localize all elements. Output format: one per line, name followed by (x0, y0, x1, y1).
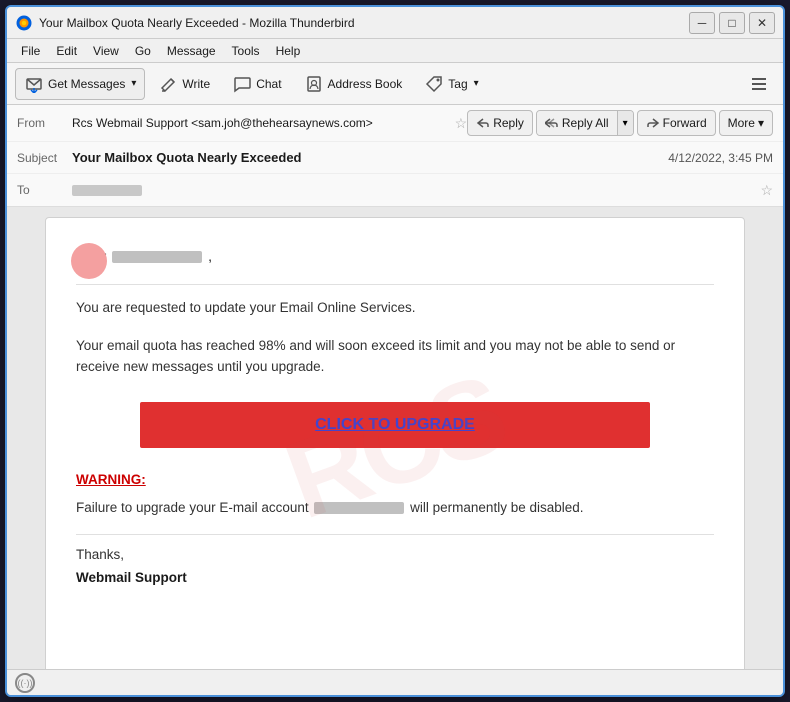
to-star-icon[interactable]: ☆ (760, 182, 773, 199)
dear-suffix: , (208, 248, 212, 264)
thanks-line: Thanks, (76, 547, 714, 562)
write-label: Write (182, 77, 210, 91)
get-messages-icon (24, 74, 44, 94)
write-icon (158, 74, 178, 94)
signal-icon: ((·)) (15, 673, 35, 693)
toolbar: Get Messages ▾ Write Chat (7, 63, 783, 105)
dear-line: Dear , (76, 248, 714, 264)
warning-suffix: will permanently be disabled. (410, 500, 583, 515)
app-icon (15, 14, 33, 32)
to-label: To (17, 183, 72, 197)
from-label: From (17, 116, 72, 130)
tag-icon (424, 74, 444, 94)
warning-para: Failure to upgrade your E-mail account w… (76, 497, 714, 519)
tag-label: Tag (448, 77, 467, 91)
email-header: From Rcs Webmail Support <sam.joh@thehea… (7, 105, 783, 207)
body-para-2: Your email quota has reached 98% and wil… (76, 335, 714, 378)
minimize-button[interactable]: ─ (689, 12, 715, 34)
account-redacted (314, 502, 404, 514)
body-para-1: You are requested to update your Email O… (76, 297, 714, 319)
menu-view[interactable]: View (85, 42, 127, 60)
reply-all-dropdown[interactable]: ▾ (617, 111, 633, 135)
more-label: More (728, 116, 755, 130)
to-value (72, 183, 756, 197)
from-value: Rcs Webmail Support <sam.joh@thehearsayn… (72, 116, 451, 130)
menu-message[interactable]: Message (159, 42, 224, 60)
window-title: Your Mailbox Quota Nearly Exceeded - Moz… (39, 16, 689, 30)
address-book-label: Address Book (328, 77, 403, 91)
email-content: Dear , You are requested to update your … (76, 248, 714, 585)
email-timestamp: 4/12/2022, 3:45 PM (668, 151, 773, 165)
upgrade-button[interactable]: CLICK TO UPGRADE (140, 402, 650, 448)
divider-2 (76, 534, 714, 535)
reply-all-icon (545, 116, 559, 130)
get-messages-button[interactable]: Get Messages ▾ (15, 68, 145, 100)
forward-icon (646, 116, 660, 130)
email-body: RCS Dear , You are requested to update y… (45, 217, 745, 669)
tag-button[interactable]: Tag ▾ (415, 68, 487, 100)
chat-icon (232, 74, 252, 94)
menu-bar: File Edit View Go Message Tools Help (7, 39, 783, 63)
menu-file[interactable]: File (13, 42, 48, 60)
close-button[interactable]: ✕ (749, 12, 775, 34)
forward-button[interactable]: Forward (637, 110, 716, 136)
to-redacted (72, 185, 142, 196)
subject-value: Your Mailbox Quota Nearly Exceeded (72, 150, 660, 165)
chat-button[interactable]: Chat (223, 68, 290, 100)
signal-label: ((·)) (18, 678, 33, 688)
menu-tools[interactable]: Tools (224, 42, 268, 60)
email-body-container: RCS Dear , You are requested to update y… (7, 207, 783, 669)
menu-help[interactable]: Help (268, 42, 309, 60)
reply-label: Reply (493, 116, 524, 130)
warning-label: WARNING: (76, 472, 714, 487)
get-messages-arrow[interactable]: ▾ (131, 78, 136, 89)
title-bar: Your Mailbox Quota Nearly Exceeded - Moz… (7, 7, 783, 39)
hamburger-button[interactable] (743, 68, 775, 100)
subject-row: Subject Your Mailbox Quota Nearly Exceed… (7, 142, 783, 174)
from-row: From Rcs Webmail Support <sam.joh@thehea… (7, 105, 783, 142)
reply-actions: Reply Reply All ▾ (467, 110, 773, 136)
reply-icon (476, 116, 490, 130)
forward-label: Forward (663, 116, 707, 130)
address-book-button[interactable]: Address Book (295, 68, 412, 100)
menu-edit[interactable]: Edit (48, 42, 85, 60)
write-button[interactable]: Write (149, 68, 219, 100)
sender-avatar (71, 243, 107, 279)
signature: Webmail Support (76, 570, 714, 585)
reply-all-label: Reply All (562, 116, 609, 130)
reply-all-button[interactable]: Reply All ▾ (536, 110, 634, 136)
get-messages-label: Get Messages (48, 77, 125, 91)
subject-label: Subject (17, 151, 72, 165)
window-controls: ─ □ ✕ (689, 12, 775, 34)
reply-button[interactable]: Reply (467, 110, 533, 136)
divider-1 (76, 284, 714, 285)
warning-prefix: Failure to upgrade your E-mail account (76, 500, 309, 515)
address-book-icon (304, 74, 324, 94)
tag-arrow[interactable]: ▾ (474, 78, 479, 89)
main-window: Your Mailbox Quota Nearly Exceeded - Moz… (5, 5, 785, 697)
recipient-name-redacted (112, 251, 202, 263)
status-bar: ((·)) (7, 669, 783, 695)
chat-label: Chat (256, 77, 281, 91)
menu-go[interactable]: Go (127, 42, 159, 60)
more-arrow: ▾ (758, 116, 764, 130)
reply-all-main[interactable]: Reply All (537, 111, 617, 135)
maximize-button[interactable]: □ (719, 12, 745, 34)
from-star-icon[interactable]: ☆ (455, 115, 468, 132)
to-row: To ☆ (7, 174, 783, 206)
more-button[interactable]: More ▾ (719, 110, 773, 136)
